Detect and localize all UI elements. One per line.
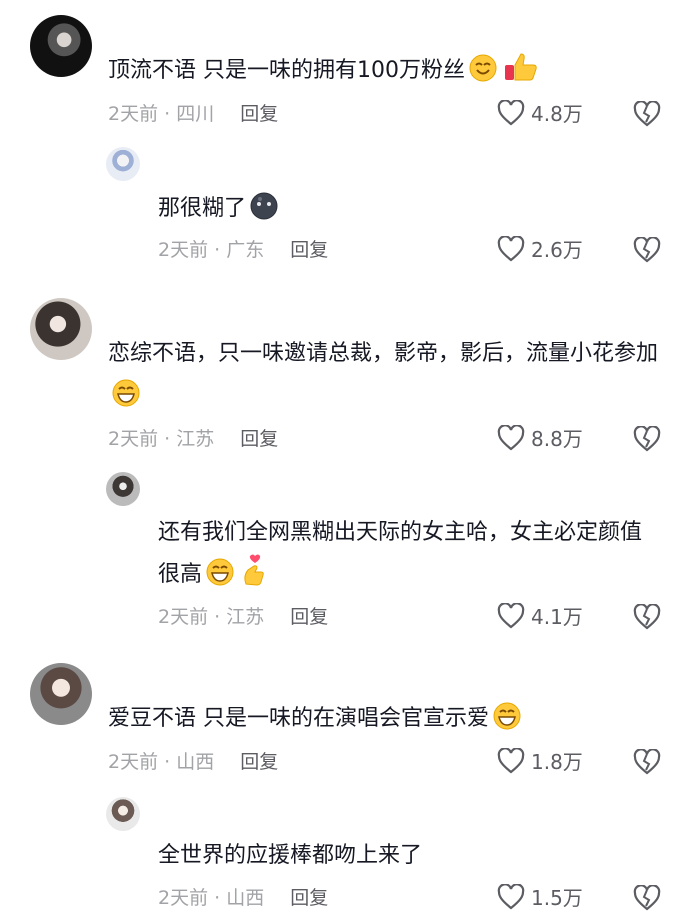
- dislike-broken-heart-icon[interactable]: [633, 101, 661, 127]
- heart-icon: [497, 236, 525, 262]
- like-count: 1.8万: [531, 750, 583, 774]
- reply-meta: 2天前 · 江苏 回复: [158, 606, 329, 628]
- like-button[interactable]: 1.5万: [497, 882, 607, 914]
- like-button[interactable]: 4.8万: [497, 98, 607, 130]
- avatar[interactable]: [30, 298, 92, 360]
- heart-icon: [497, 100, 525, 126]
- avatar[interactable]: [30, 663, 92, 725]
- dislike-broken-heart-icon[interactable]: [633, 885, 661, 911]
- dislike-broken-heart-icon[interactable]: [633, 426, 661, 452]
- like-count: 1.5万: [531, 886, 583, 910]
- comment-meta: 2天前 · 江苏 回复: [108, 428, 279, 450]
- reply-text: 还有我们全网黑糊出天际的女主哈，女主必定颜值很高: [158, 520, 643, 587]
- dark-face-emoji-icon: [250, 192, 278, 220]
- like-count: 4.8万: [531, 102, 583, 126]
- smile-emoji-icon: [469, 54, 497, 82]
- reply-text: 那很糊了: [158, 188, 658, 230]
- heart-icon: [497, 884, 525, 910]
- reply-button[interactable]: 回复: [290, 887, 328, 909]
- reply-meta: 2天前 · 山西 回复: [158, 887, 329, 909]
- like-button[interactable]: 4.1万: [497, 601, 607, 633]
- thumbs-up-emoji-icon: [505, 53, 537, 81]
- reply-button[interactable]: 回复: [240, 103, 278, 125]
- like-button[interactable]: 1.8万: [497, 746, 607, 778]
- grin-emoji-icon: [493, 702, 521, 730]
- like-count: 2.6万: [531, 238, 583, 262]
- heart-icon: [497, 748, 525, 774]
- reply-button[interactable]: 回复: [240, 428, 278, 450]
- like-count: 8.8万: [531, 427, 583, 451]
- comment-meta: 2天前 · 山西 回复: [108, 751, 279, 773]
- grin-emoji-icon: [206, 558, 234, 586]
- dislike-broken-heart-icon[interactable]: [633, 237, 661, 263]
- avatar[interactable]: [106, 147, 140, 181]
- like-button[interactable]: 8.8万: [497, 423, 607, 455]
- comment-text: 顶流不语 只是一味的拥有100万粉丝: [108, 50, 668, 92]
- dislike-broken-heart-icon[interactable]: [633, 604, 661, 630]
- finger-heart-emoji-icon: [244, 554, 264, 586]
- grin-emoji-icon: [112, 379, 140, 407]
- comment-text: 恋综不语，只一味邀请总裁，影帝，影后，流量小花参加: [108, 333, 668, 417]
- comment-text: 爱豆不语 只是一味的在演唱会官宣示爱: [108, 698, 668, 740]
- reply-button[interactable]: 回复: [290, 606, 328, 628]
- reply-button[interactable]: 回复: [290, 239, 328, 261]
- avatar[interactable]: [30, 15, 92, 77]
- avatar[interactable]: [106, 797, 140, 831]
- like-button[interactable]: 2.6万: [497, 234, 607, 266]
- heart-icon: [497, 603, 525, 629]
- reply-text: 全世界的应援棒都吻上来了: [158, 843, 423, 868]
- heart-icon: [497, 425, 525, 451]
- like-count: 4.1万: [531, 605, 583, 629]
- avatar[interactable]: [106, 472, 140, 506]
- comment-meta: 2天前 · 四川 回复: [108, 103, 279, 125]
- reply-meta: 2天前 · 广东 回复: [158, 239, 329, 261]
- dislike-broken-heart-icon[interactable]: [633, 749, 661, 775]
- reply-button[interactable]: 回复: [240, 751, 278, 773]
